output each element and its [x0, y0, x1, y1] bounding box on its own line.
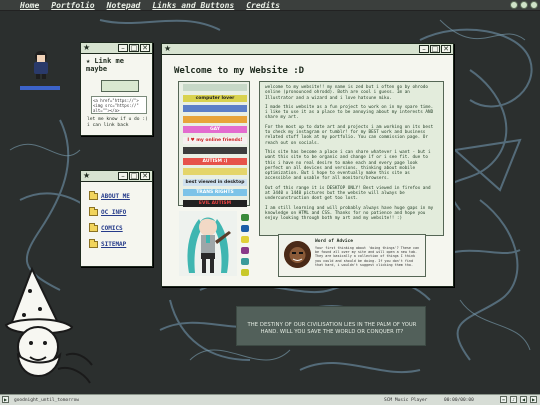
mini-icon-strip [241, 214, 251, 280]
intro-paragraph: Out of this range it is DESKTOP ONLY! Be… [265, 185, 431, 202]
nav-label[interactable]: COMICS [101, 225, 123, 232]
minimize-button[interactable]: – [419, 45, 429, 53]
advice-text: Your first thinking about 'doing things'… [315, 246, 420, 267]
nav-item-oc-info[interactable]: OC INFO [89, 207, 152, 216]
link-code-box[interactable]: <a href="https://"><img src="https://" a… [91, 96, 147, 114]
desktop-avatar-icon[interactable] [30, 50, 52, 80]
site-button-image[interactable] [101, 80, 139, 92]
web-badge [183, 115, 247, 123]
link-window-title: ★ Link me maybe [86, 57, 124, 73]
menu-credits[interactable]: Credits [246, 1, 280, 10]
window-star-icon: ★ [83, 43, 91, 52]
web-badge: I ♥ my online friends! [183, 136, 247, 144]
menu-notepad[interactable]: Notepad [107, 1, 141, 10]
close-button[interactable]: ✕ [441, 45, 451, 53]
web-badge [183, 84, 247, 91]
top-right-controls [510, 1, 538, 9]
menu-portfolio[interactable]: Portfolio [51, 1, 94, 10]
welcome-window: ★ – □ ✕ Welcome to my Website :D compute… [161, 43, 454, 287]
window-star-icon: ★ [164, 44, 172, 53]
maximize-button[interactable]: □ [129, 172, 139, 180]
intro-paragraph: welcome to my website!! my name is zed b… [265, 85, 428, 101]
mini-sprite-icon [241, 236, 249, 243]
web-badge: GAY [183, 126, 247, 133]
now-playing-track: goodnight_until_tomorrow [14, 397, 80, 403]
web-badge [183, 168, 247, 175]
mini-sprite-icon [241, 214, 249, 221]
badges-panel: computer lover GAY I ♥ my online friends! A… [178, 81, 250, 207]
folder-icon [89, 239, 98, 248]
navigation-window: ★ – □ ✕ ABOUT ME OC INFO COMICS SITEMAP [80, 170, 153, 267]
prev-icon[interactable]: ◀ [520, 396, 527, 403]
welcome-heading: Welcome to my Website :D [174, 66, 305, 76]
window-star-icon: ★ [83, 171, 91, 180]
advice-portrait-icon [284, 241, 311, 268]
mini-sprite-icon [241, 225, 249, 232]
music-player-bar: ▶ goodnight_until_tomorrow SCM Music Pla… [0, 394, 540, 405]
play-icon[interactable]: ▶ [2, 396, 9, 403]
intro-paragraph: For the most up to date art and projects… [265, 124, 434, 146]
volume-icon[interactable]: ♪ [510, 396, 517, 403]
maximize-button[interactable]: □ [129, 44, 139, 52]
control-dot-3[interactable] [530, 1, 538, 9]
nav-label[interactable]: SITEMAP [101, 241, 126, 248]
link-me-window: ★ – □ ✕ ★ Link me maybe <a href="https:/… [80, 42, 153, 136]
nav-item-comics[interactable]: COMICS [89, 223, 152, 232]
intro-paragraph: I am still learning and will probably al… [265, 205, 434, 222]
video-caption: THE DESTINY OF OUR CIVILISATION LIES IN … [247, 322, 417, 335]
nav-window-titlebar[interactable]: ★ – □ ✕ [81, 171, 152, 182]
word-of-advice-box: Word of Advice Your first thinking about… [278, 234, 426, 277]
wizard-drawing [4, 266, 93, 384]
minimize-button[interactable]: – [118, 172, 128, 180]
nav-label[interactable]: ABOUT ME [101, 193, 130, 200]
menu-home[interactable]: Home [20, 1, 39, 10]
control-dot-1[interactable] [510, 1, 518, 9]
nav-label[interactable]: OC INFO [101, 209, 126, 216]
video-player[interactable]: THE DESTINY OF OUR CIVILISATION LIES IN … [236, 306, 426, 346]
player-name: SCM Music Player [384, 397, 428, 403]
top-menu-bar: Home Portfolio Notepad Links and Buttons… [0, 0, 540, 11]
welcome-window-titlebar[interactable]: ★ – □ ✕ [162, 44, 453, 55]
link-window-titlebar[interactable]: ★ – □ ✕ [81, 43, 152, 54]
intro-text-box[interactable]: welcome to my website!! my name is zed b… [259, 81, 444, 236]
web-badge [183, 105, 247, 112]
folder-icon [89, 191, 98, 200]
mini-sprite-icon [241, 258, 249, 265]
minimize-button[interactable]: – [118, 44, 128, 52]
web-badge: TRANS RIGHTS [183, 189, 247, 196]
web-badge: computer lover [183, 94, 247, 102]
web-badge: AUTISM :) [183, 157, 247, 165]
close-button[interactable]: ✕ [140, 172, 150, 180]
mini-sprite-icon [241, 269, 249, 276]
desktop-avatar-label[interactable] [20, 86, 60, 90]
intro-paragraph: This site has become a place i can share… [265, 149, 431, 182]
nav-item-about-me[interactable]: ABOUT ME [89, 191, 152, 200]
nav-item-sitemap[interactable]: SITEMAP [89, 239, 152, 248]
next-icon[interactable]: ▶ [530, 396, 537, 403]
close-button[interactable]: ✕ [140, 44, 150, 52]
control-dot-2[interactable] [520, 1, 528, 9]
link-window-note: let me know if u do :) i can link back [87, 117, 148, 128]
folder-icon [89, 223, 98, 232]
miku-character-image [179, 211, 237, 276]
web-badge: best viewed in desktop [183, 178, 247, 186]
intro-paragraph: I made this website as a fun project to … [265, 104, 434, 121]
folder-icon [89, 207, 98, 216]
web-badge [183, 147, 247, 154]
advice-title: Word of Advice [315, 239, 353, 244]
web-badge: EVIL AUTISM [183, 199, 247, 207]
maximize-button[interactable]: □ [430, 45, 440, 53]
menu-links-and-buttons[interactable]: Links and Buttons [152, 1, 234, 10]
mini-sprite-icon [241, 247, 249, 254]
playback-time: 00:00/00:00 [444, 397, 474, 403]
playlist-icon[interactable]: ≡ [500, 396, 507, 403]
